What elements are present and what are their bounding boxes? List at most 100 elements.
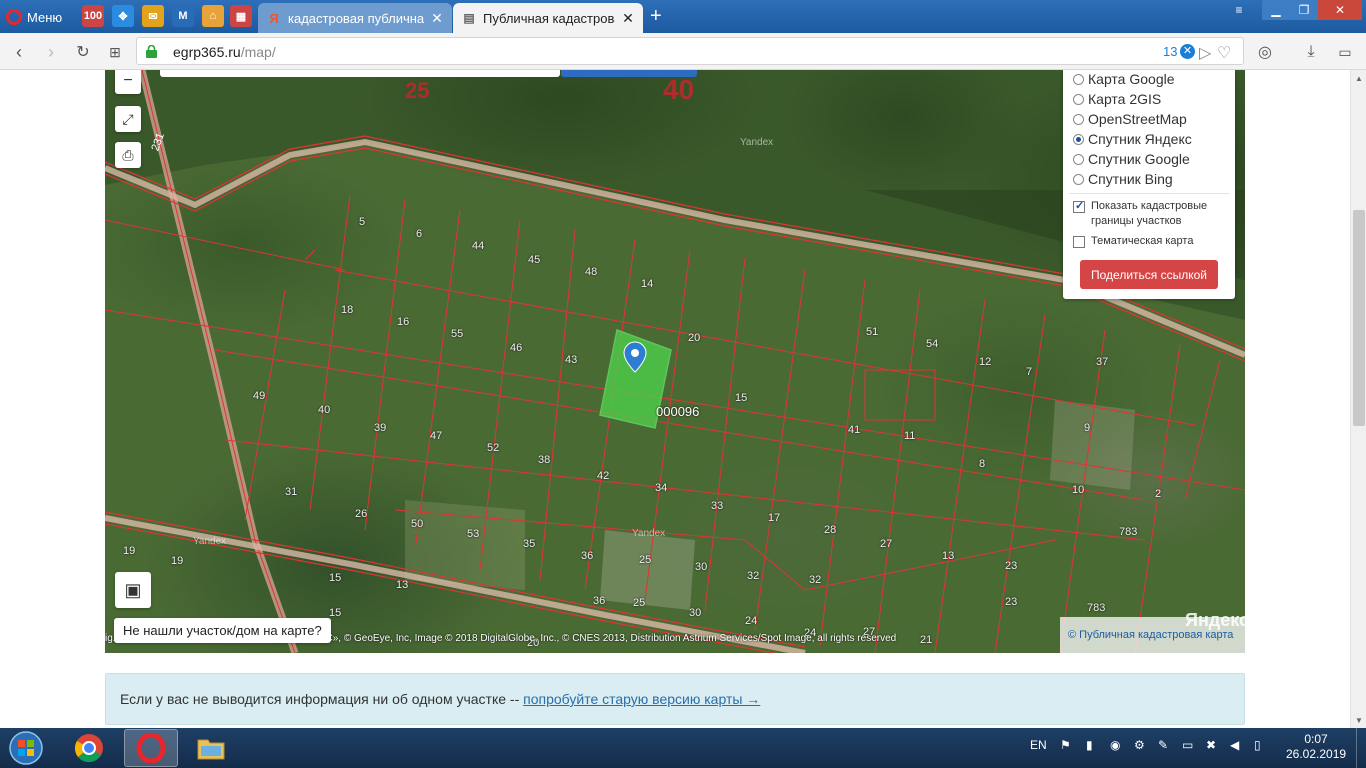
scrollbar-thumb[interactable] bbox=[1353, 210, 1365, 426]
ad-block-icon[interactable]: ✕ bbox=[1180, 44, 1195, 59]
settings-tray-icon[interactable]: ⚙ bbox=[1134, 738, 1145, 752]
tab-public-cadastral-map[interactable]: ▤ Публичная кадастровая к ✕ bbox=[453, 3, 643, 33]
language-indicator[interactable]: EN bbox=[1030, 738, 1047, 752]
pin-100-text: 100 bbox=[83, 10, 103, 22]
address-search-input[interactable] bbox=[160, 70, 560, 77]
yandex-watermark: Yandex bbox=[632, 528, 666, 539]
layer-option-2gis[interactable]: Карта 2GIS bbox=[1073, 90, 1161, 108]
parcel-number: 20 bbox=[688, 332, 701, 344]
layer-option-bing-sat[interactable]: Спутник Bing bbox=[1073, 170, 1173, 188]
close-tab-icon[interactable]: ✕ bbox=[621, 10, 635, 27]
old-map-link[interactable]: попробуйте старую версию карты → bbox=[523, 691, 760, 707]
grid-icon[interactable]: ▦ bbox=[230, 5, 252, 27]
parcel-number: 48 bbox=[585, 266, 598, 278]
parcel-number: 14 bbox=[641, 278, 654, 290]
m-icon[interactable]: M bbox=[172, 5, 194, 27]
security-tray-icon[interactable]: ✖ bbox=[1206, 738, 1216, 752]
tabs-grid-icon[interactable]: ⊞ bbox=[104, 41, 126, 63]
explorer-taskbar-icon[interactable] bbox=[184, 729, 238, 767]
opera-menu-button[interactable]: Меню bbox=[6, 6, 62, 28]
page-scrollbar[interactable]: ▲ ▼ bbox=[1350, 70, 1366, 728]
parcel-number: 15 bbox=[329, 572, 342, 584]
tools-tray-icon[interactable]: ✎ bbox=[1158, 738, 1168, 752]
back-icon[interactable]: ‹ bbox=[8, 41, 30, 63]
tab-menu-icon[interactable]: ≡ bbox=[1226, 0, 1252, 20]
parcel-number: 19 bbox=[123, 545, 136, 557]
parcel-number: 6 bbox=[416, 228, 423, 240]
new-tab-icon[interactable]: + bbox=[650, 6, 662, 26]
parcel-number: 42 bbox=[597, 470, 610, 482]
opera-taskbar-icon[interactable] bbox=[124, 729, 178, 767]
ruler-icon[interactable]: ▣ bbox=[115, 572, 151, 608]
parcel-number: 36 bbox=[581, 550, 594, 562]
chrome-icon bbox=[74, 734, 103, 763]
cadastral-map-link[interactable]: © Публичная кадастровая карта bbox=[1060, 617, 1245, 653]
satellite-map[interactable]: 25 40 2 31 000096 5 6 44 45 48 14 18 16 55 46 43 20 5… bbox=[105, 70, 1245, 653]
layer-option-yandex-sat[interactable]: Спутник Яндекс bbox=[1073, 130, 1192, 148]
scroll-down-icon[interactable]: ▼ bbox=[1355, 716, 1363, 725]
layer-option-google-sat[interactable]: Спутник Google bbox=[1073, 150, 1190, 168]
document-icon: ▤ bbox=[463, 11, 475, 25]
parcel-number: 23 bbox=[1005, 560, 1018, 572]
maximize-icon[interactable]: ❐ bbox=[1290, 0, 1318, 20]
parcel-number: 7 bbox=[1026, 366, 1033, 378]
close-window-icon[interactable]: ✕ bbox=[1318, 0, 1362, 20]
system-clock[interactable]: 0:07 26.02.2019 bbox=[1286, 732, 1346, 762]
radio-selected-icon bbox=[1073, 133, 1084, 145]
parcel-number: 55 bbox=[451, 328, 464, 340]
folder-icon bbox=[197, 739, 225, 760]
browser-tray-icon[interactable]: ◉ bbox=[1110, 738, 1120, 752]
bookmark-heart-icon[interactable]: ♡ bbox=[1217, 43, 1231, 63]
parcel-number: 17 bbox=[768, 512, 781, 524]
flag-icon[interactable]: ⚑ bbox=[1060, 738, 1071, 752]
scroll-up-icon[interactable]: ▲ bbox=[1355, 74, 1363, 83]
mail-icon[interactable]: ✉ bbox=[142, 5, 164, 27]
vpn-icon[interactable]: ◎ bbox=[1254, 41, 1276, 63]
forward-icon[interactable]: › bbox=[40, 41, 62, 63]
send-icon[interactable]: ▷ bbox=[1199, 43, 1211, 63]
home-icon[interactable]: ⌂ bbox=[202, 5, 224, 27]
tab-cadastral-search[interactable]: Я кадастровая публичная к ✕ bbox=[258, 3, 452, 33]
chrome-taskbar-icon[interactable] bbox=[62, 729, 116, 767]
layer-option-osm[interactable]: OpenStreetMap bbox=[1073, 110, 1187, 128]
power-icon[interactable]: ▯ bbox=[1254, 738, 1261, 752]
checkbox-checked-icon bbox=[1073, 199, 1085, 214]
volume-icon[interactable]: ◀ bbox=[1230, 738, 1239, 752]
fullscreen-icon[interactable]: ⤢ bbox=[115, 106, 141, 132]
info-alert: Если у вас не выводится информация ни об… bbox=[105, 673, 1245, 725]
show-desktop-button[interactable] bbox=[1356, 728, 1366, 768]
dropbox-icon[interactable]: ✥ bbox=[112, 5, 134, 27]
address-bar[interactable]: egrp365.ru/map/ 13 ✕ ▷ ♡ bbox=[136, 37, 1244, 65]
parcel-number: 45 bbox=[528, 254, 541, 266]
parcel-number: 30 bbox=[695, 561, 708, 573]
share-link-button[interactable]: Поделиться ссылкой bbox=[1080, 260, 1218, 289]
radio-icon bbox=[1073, 73, 1084, 85]
print-icon[interactable]: ⎙ bbox=[115, 142, 141, 168]
layer-label: Карта Google bbox=[1088, 71, 1175, 87]
display-tray-icon[interactable]: ▭ bbox=[1182, 738, 1193, 752]
show-cadastral-checkbox[interactable]: Показать кадастровые границы участков bbox=[1073, 199, 1228, 229]
parcel-number: 36 bbox=[593, 595, 606, 607]
parcel-number: 44 bbox=[472, 240, 485, 252]
clock-date: 26.02.2019 bbox=[1286, 747, 1347, 761]
not-found-button[interactable]: Не нашли участок/дом на карте? bbox=[114, 618, 331, 643]
parcel-number: 5 bbox=[359, 216, 366, 228]
speed-dial-100-icon[interactable]: 100 bbox=[82, 5, 104, 27]
windows-start-icon[interactable] bbox=[4, 730, 48, 766]
parcel-number: 54 bbox=[926, 338, 939, 350]
battery-icon[interactable]: ▭ bbox=[1334, 41, 1356, 63]
downloads-icon[interactable]: ⤓ bbox=[1300, 41, 1322, 63]
layer-option-google-map[interactable]: Карта Google bbox=[1073, 70, 1175, 88]
search-button[interactable] bbox=[561, 70, 697, 77]
close-tab-icon[interactable]: ✕ bbox=[430, 10, 444, 27]
parcel-number: 32 bbox=[809, 574, 822, 586]
parcel-number: 40 bbox=[318, 404, 331, 416]
parcel-number: 783 bbox=[1119, 526, 1138, 538]
minimize-icon[interactable]: ▁ bbox=[1262, 0, 1290, 20]
network-icon[interactable]: ▮ bbox=[1086, 738, 1093, 752]
zoom-out-button[interactable]: − bbox=[115, 70, 141, 94]
reload-icon[interactable]: ↻ bbox=[72, 41, 94, 63]
thematic-map-checkbox[interactable]: Тематическая карта bbox=[1073, 234, 1228, 249]
panel-divider bbox=[1069, 193, 1229, 194]
radio-icon bbox=[1073, 173, 1084, 185]
